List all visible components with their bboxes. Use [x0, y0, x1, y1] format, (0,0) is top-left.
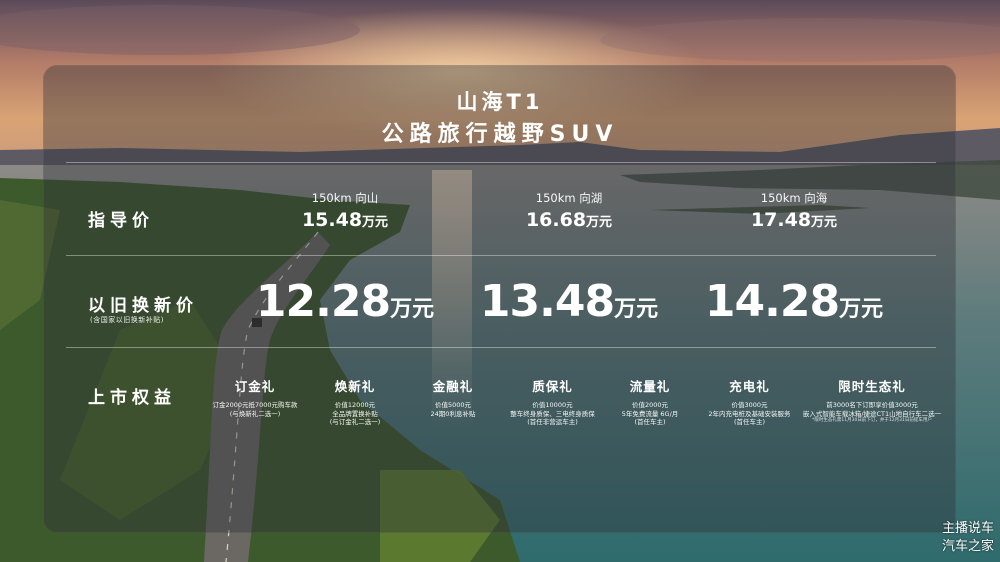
watermark: 主播说车 汽车之家 — [942, 520, 994, 556]
tradein-price-2: 13.48万元 — [464, 276, 674, 327]
benefit-data: 流量礼 价值2000元 5年免费流量 6G/月 (首任车主) — [600, 376, 700, 427]
model-name: 山海T1 — [456, 90, 544, 114]
watermark-line2: 汽车之家 — [941, 539, 994, 554]
tradein-price: 14.28万元 — [689, 276, 899, 327]
benefit-title: 流量礼 — [629, 379, 671, 394]
divider — [66, 162, 936, 163]
tradein-price: 13.48万元 — [464, 276, 674, 327]
price-value: 17.48 — [750, 209, 812, 231]
trim-name: 150km 向海 — [760, 191, 828, 205]
benefit-finance: 金融礼 价值5000元 24期0利息补贴 — [403, 376, 503, 418]
msrp-trim-1: 150km 向山 15.48万元 — [260, 190, 430, 231]
benefit-line: 价值12000元 — [334, 401, 376, 409]
price-value: 13.48 — [479, 276, 615, 327]
benefit-warranty: 质保礼 价值10000元 整车终身质保、三电终身质保 (首任非营运车主) — [500, 376, 605, 427]
benefit-line: 整车终身质保、三电终身质保 — [510, 409, 595, 418]
price-value: 16.68 — [525, 209, 587, 231]
benefit-deposit: 订金礼 订金2000元抵7000元购车款 (与焕新礼二选一) — [205, 376, 305, 418]
price-unit: 万元 — [362, 215, 389, 230]
msrp-price: 16.68万元 — [484, 209, 654, 231]
trim-name: 150km 向山 — [311, 191, 379, 205]
msrp-price: 17.48万元 — [709, 209, 879, 231]
benefit-line: (首任车主) — [733, 418, 766, 427]
tradein-price-1: 12.28万元 — [240, 276, 450, 327]
benefit-charging: 充电礼 价值3000元 2年内充电桩及基础安装服务 (首任车主) — [697, 376, 802, 427]
benefit-footnote: *限时生态礼需11月30日前下订，并于12月31日前提车用户 — [812, 418, 932, 424]
price-unit: 万元 — [390, 297, 435, 322]
benefit-line: 价值3000元 — [731, 401, 768, 409]
benefit-line: 24期0利息补贴 — [430, 409, 476, 418]
benefit-line: 全品牌置换补贴 — [332, 409, 378, 418]
benefit-line: 价值5000元 — [434, 401, 472, 409]
benefit-line: 嵌入式智能车载冰箱/捷途CT1山地自行车二选一 — [802, 409, 942, 418]
divider — [66, 347, 936, 348]
price-value: 12.28 — [255, 276, 391, 327]
benefit-line: 价值10000元 — [532, 401, 573, 409]
price-unit: 万元 — [614, 297, 659, 322]
benefit-title: 质保礼 — [532, 379, 573, 394]
msrp-trim-3: 150km 向海 17.48万元 — [709, 190, 879, 231]
benefit-line: (首任车主) — [634, 418, 666, 427]
benefit-line: 2年内充电桩及基础安装服务 — [708, 409, 791, 418]
benefit-ecosystem: 限时生态礼 前3000名下订即享价值3000元 嵌入式智能车载冰箱/捷途CT1山… — [802, 376, 942, 424]
price-value: 14.28 — [704, 276, 840, 327]
msrp-trim-2: 150km 向湖 16.68万元 — [484, 190, 654, 231]
benefit-line: (与焕新礼二选一) — [229, 409, 281, 418]
trim-name: 150km 向湖 — [535, 191, 603, 205]
tradein-price-3: 14.28万元 — [689, 276, 899, 327]
benefit-title: 金融礼 — [432, 379, 474, 394]
benefit-line: 5年免费流量 6G/月 — [621, 409, 679, 418]
benefit-line: 订金2000元抵7000元购车款 — [212, 401, 298, 409]
model-subtitle: 公路旅行越野SUV — [381, 122, 619, 147]
price-unit: 万元 — [839, 297, 884, 322]
tradein-note: (含国家以旧换新补贴) — [90, 316, 164, 324]
msrp-label: 指导价 — [88, 211, 154, 231]
benefit-renewal: 焕新礼 价值12000元 全品牌置换补贴 (与订金礼二选一) — [305, 376, 405, 427]
benefit-title: 限时生态礼 — [838, 379, 906, 394]
benefit-line: 价值2000元 — [631, 401, 669, 409]
benefit-title: 充电礼 — [729, 379, 770, 394]
benefit-line: 前3000名下订即享价值3000元 — [826, 401, 918, 409]
tradein-label: 以旧换新价 — [88, 296, 198, 316]
tradein-price: 12.28万元 — [240, 276, 450, 327]
benefit-line: (首任非营运车主) — [527, 418, 578, 427]
benefit-title: 订金礼 — [234, 379, 276, 394]
price-unit: 万元 — [811, 215, 838, 230]
price-unit: 万元 — [586, 215, 613, 230]
benefit-line: (与订金礼二选一) — [329, 418, 381, 427]
benefit-title: 焕新礼 — [334, 379, 376, 394]
benefits-label: 上市权益 — [88, 388, 176, 408]
watermark-line1: 主播说车 — [941, 521, 994, 536]
divider — [66, 255, 936, 256]
msrp-price: 15.48万元 — [260, 209, 430, 231]
price-value: 15.48 — [301, 209, 363, 231]
